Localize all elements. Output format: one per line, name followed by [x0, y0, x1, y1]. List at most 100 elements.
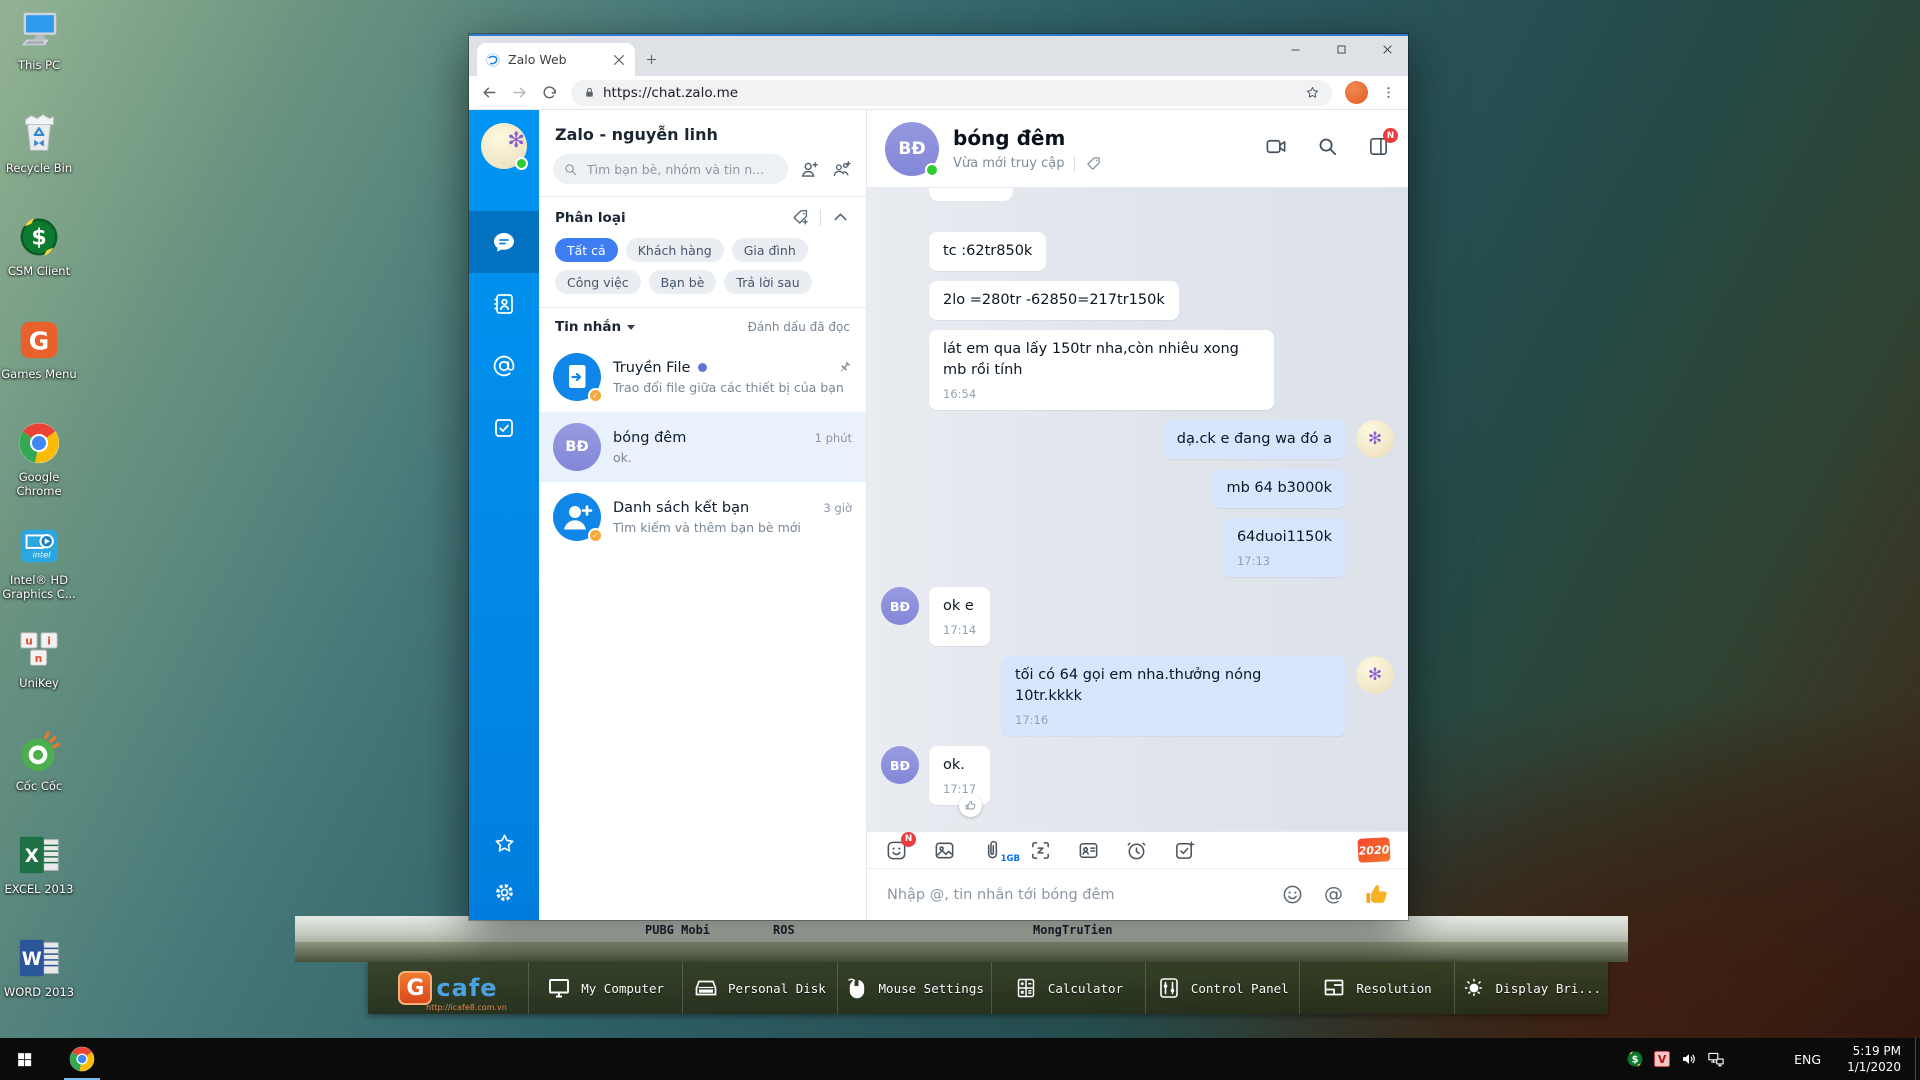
network-icon[interactable] — [1707, 1050, 1725, 1068]
thumb-reaction-badge[interactable] — [959, 794, 982, 817]
message-history[interactable]: tc :62tr850k 2lo =280tr -62850=217tr — [867, 188, 1408, 831]
filter-pill[interactable]: Trả lời sau — [724, 270, 811, 294]
desktop-icon[interactable]: This PC — [0, 4, 78, 107]
url-field[interactable]: https://chat.zalo.me — [571, 80, 1332, 106]
composer-tool-button[interactable] — [1125, 839, 1148, 862]
chevron-up-icon[interactable] — [831, 208, 850, 227]
message-bubble[interactable]: mb 64 b3000k — [1212, 469, 1346, 508]
composer-tool-button[interactable] — [933, 839, 956, 862]
forward-button[interactable] — [511, 84, 528, 101]
message-sender-avatar[interactable] — [1356, 656, 1394, 694]
message-bubble[interactable]: ok. 17:17 — [929, 746, 990, 805]
desktop-icon[interactable]: uin UniKey — [0, 622, 78, 725]
browser-tab[interactable]: Zalo Web — [477, 43, 635, 76]
gcafe-tool-button[interactable]: Display Bri... — [1454, 962, 1608, 1014]
message-bubble[interactable]: ok e 17:14 — [929, 587, 990, 646]
message-sender-avatar[interactable]: BĐ — [881, 746, 919, 784]
message-sender-avatar[interactable] — [881, 232, 919, 270]
game-shortcut-label[interactable]: ROS — [773, 923, 795, 937]
message-sender-avatar[interactable] — [881, 188, 919, 226]
gcafe-tool-button[interactable]: My Computer — [528, 962, 682, 1014]
tag-add-icon[interactable] — [791, 208, 810, 227]
chat-action-button[interactable] — [1265, 135, 1288, 162]
csm-dollar-icon[interactable]: $ — [1626, 1050, 1644, 1068]
rail-nav-item[interactable] — [469, 211, 539, 273]
composer-tool-button[interactable] — [1077, 839, 1100, 862]
message-bubble[interactable]: tc :62tr850k — [929, 232, 1046, 271]
chrome-profile-avatar[interactable] — [1345, 81, 1368, 104]
gcafe-tool-button[interactable]: Mouse Settings — [837, 962, 991, 1014]
composer-tool-button[interactable]: N — [885, 839, 908, 862]
desktop-icon[interactable]: $ CSM Client — [0, 210, 78, 313]
gcafe-tool-button[interactable]: Control Panel — [1145, 962, 1299, 1014]
filter-pill[interactable]: Khách hàng — [626, 238, 724, 262]
game-shortcut-label[interactable]: MongTruTien — [1033, 923, 1112, 937]
filter-pill[interactable]: Gia đình — [732, 238, 808, 262]
message-bubble[interactable]: tối có 64 gọi em nha.thưởng nóng 10tr.kk… — [1001, 656, 1346, 736]
search-input[interactable] — [553, 154, 788, 184]
message-bubble[interactable]: lát em qua lấy 150tr nha,còn nhiêu xong … — [929, 330, 1274, 410]
message-input[interactable] — [885, 886, 1261, 904]
message-bubble[interactable]: 2lo =280tr -62850=217tr150k — [929, 281, 1179, 320]
mark-read-button[interactable]: Đánh dấu đã đọc — [748, 320, 850, 334]
tab-close-icon[interactable] — [611, 52, 627, 68]
desktop-icon[interactable]: X EXCEL 2013 — [0, 828, 78, 931]
emoji-icon[interactable] — [1281, 883, 1304, 906]
show-desktop-button[interactable] — [1915, 1038, 1920, 1080]
gcafe-logo[interactable]: G cafe http://icafe8.com.vn — [368, 962, 528, 1014]
tet-2020-promo-icon[interactable]: 2020 — [1357, 837, 1390, 863]
desktop-icon[interactable]: G Games Menu — [0, 313, 78, 416]
composer-tool-button[interactable] — [1029, 839, 1052, 862]
star-icon[interactable] — [493, 832, 516, 855]
chrome-menu-icon[interactable] — [1381, 85, 1396, 100]
mention-icon[interactable]: @ — [1324, 885, 1343, 904]
gcafe-tool-button[interactable]: Resolution — [1299, 962, 1453, 1014]
message-bubble[interactable]: 64duoi1150k 17:13 — [1223, 518, 1346, 577]
chat-action-button[interactable]: N — [1367, 135, 1390, 162]
message-sender-avatar[interactable] — [1356, 518, 1394, 556]
unikey-v-icon[interactable]: V — [1653, 1050, 1671, 1068]
composer-tool-button[interactable] — [1173, 839, 1196, 862]
rail-nav-item[interactable] — [469, 273, 539, 335]
filter-pill[interactable]: Tất cả — [555, 238, 618, 262]
taskbar-clock[interactable]: 5:19 PM 1/1/2020 — [1847, 1043, 1901, 1075]
desktop-icon[interactable]: intel Intel® HD Graphics C... — [0, 519, 78, 622]
game-shortcut-label[interactable]: PUBG Mobi — [645, 923, 710, 937]
conversation-item[interactable]: Truyền File Trao đổi file giữa các thiết… — [539, 342, 866, 412]
conversation-item[interactable]: Danh sách kết bạn 3 giờ Tìm kiếm và thêm… — [539, 482, 866, 552]
desktop-icon[interactable]: W WORD 2013 — [0, 931, 78, 1034]
filter-pill[interactable]: Bạn bè — [649, 270, 717, 294]
like-button[interactable] — [1363, 881, 1390, 908]
tag-icon[interactable] — [1085, 155, 1102, 172]
chat-action-button[interactable] — [1316, 135, 1339, 162]
back-button[interactable] — [481, 84, 498, 101]
add-friend-icon[interactable] — [799, 159, 820, 180]
desktop-icon[interactable]: Google Chrome — [0, 416, 78, 519]
messages-section-label[interactable]: Tin nhắn — [555, 319, 635, 335]
message-bubble[interactable] — [929, 188, 1013, 201]
gcafe-tool-button[interactable]: Personal Disk — [682, 962, 836, 1014]
user-avatar[interactable] — [481, 123, 527, 169]
message-bubble[interactable]: dạ.ck e đang wa đó a — [1163, 420, 1346, 459]
speaker-icon[interactable] — [1680, 1050, 1698, 1068]
filter-pill[interactable]: Công việc — [555, 270, 641, 294]
composer-tool-button[interactable]: 1GB — [981, 839, 1004, 862]
maximize-button[interactable] — [1335, 43, 1348, 56]
message-sender-avatar[interactable] — [1356, 469, 1394, 507]
reload-button[interactable] — [541, 84, 558, 101]
message-sender-avatar[interactable]: BĐ — [881, 587, 919, 625]
rail-nav-item[interactable] — [469, 335, 539, 397]
rail-nav-item[interactable] — [469, 397, 539, 459]
taskbar-chrome-button[interactable] — [58, 1038, 106, 1080]
new-tab-button[interactable] — [645, 53, 658, 66]
conversation-item[interactable]: BĐ bóng đêm 1 phút — [539, 412, 866, 482]
message-sender-avatar[interactable] — [881, 281, 919, 319]
desktop-icon[interactable]: Cốc Cốc — [0, 725, 78, 828]
close-button[interactable] — [1381, 43, 1394, 56]
gcafe-tool-button[interactable]: Calculator — [991, 962, 1145, 1014]
desktop-icon[interactable]: Recycle Bin — [0, 107, 78, 210]
settings-icon[interactable] — [493, 881, 516, 904]
language-indicator[interactable]: ENG — [1794, 1052, 1821, 1067]
chat-partner-avatar[interactable]: BĐ — [885, 122, 939, 176]
start-button[interactable] — [0, 1038, 48, 1080]
